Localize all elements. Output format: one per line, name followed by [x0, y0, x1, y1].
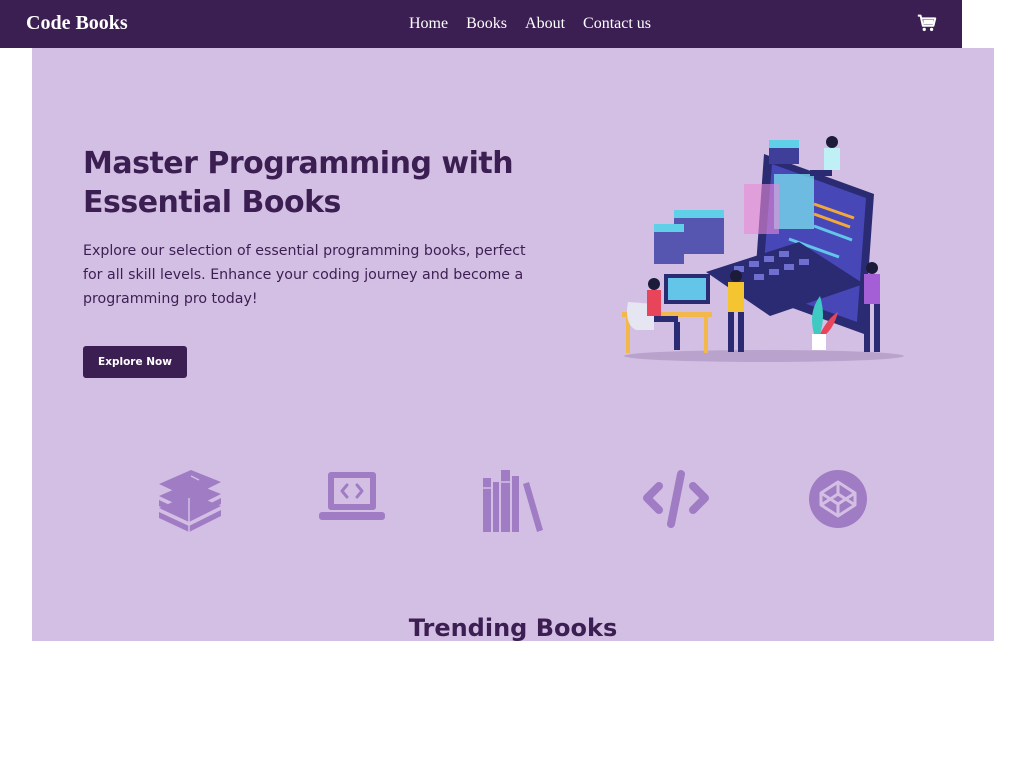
laptop-code-icon [319, 472, 385, 520]
bookshelf-icon [483, 470, 543, 532]
hero-section: Master Programming with Essential Books … [32, 48, 994, 642]
hero-title: Master Programming with Essential Books [83, 146, 514, 220]
brand-logo[interactable]: Code Books [26, 12, 128, 35]
codepen-icon [809, 470, 867, 528]
nav-link-contact[interactable]: Contact us [583, 15, 651, 33]
nav-link-about[interactable]: About [525, 15, 565, 33]
hero-description: Explore our selection of essential progr… [83, 243, 526, 307]
explore-now-button[interactable]: Explore Now [83, 346, 187, 378]
books-stack-icon [159, 470, 221, 532]
code-brackets-icon [643, 470, 709, 528]
trending-books-heading: Trending Books [408, 614, 618, 642]
nav-links: Home Books About Contact us [409, 15, 651, 33]
top-navbar: Code Books Home Books About Contact us [0, 0, 962, 48]
feature-icons-row [32, 468, 994, 548]
programmers-illustration [622, 136, 904, 362]
nav-link-books[interactable]: Books [466, 15, 507, 33]
nav-link-home[interactable]: Home [409, 15, 448, 33]
cart-icon[interactable] [916, 12, 938, 34]
